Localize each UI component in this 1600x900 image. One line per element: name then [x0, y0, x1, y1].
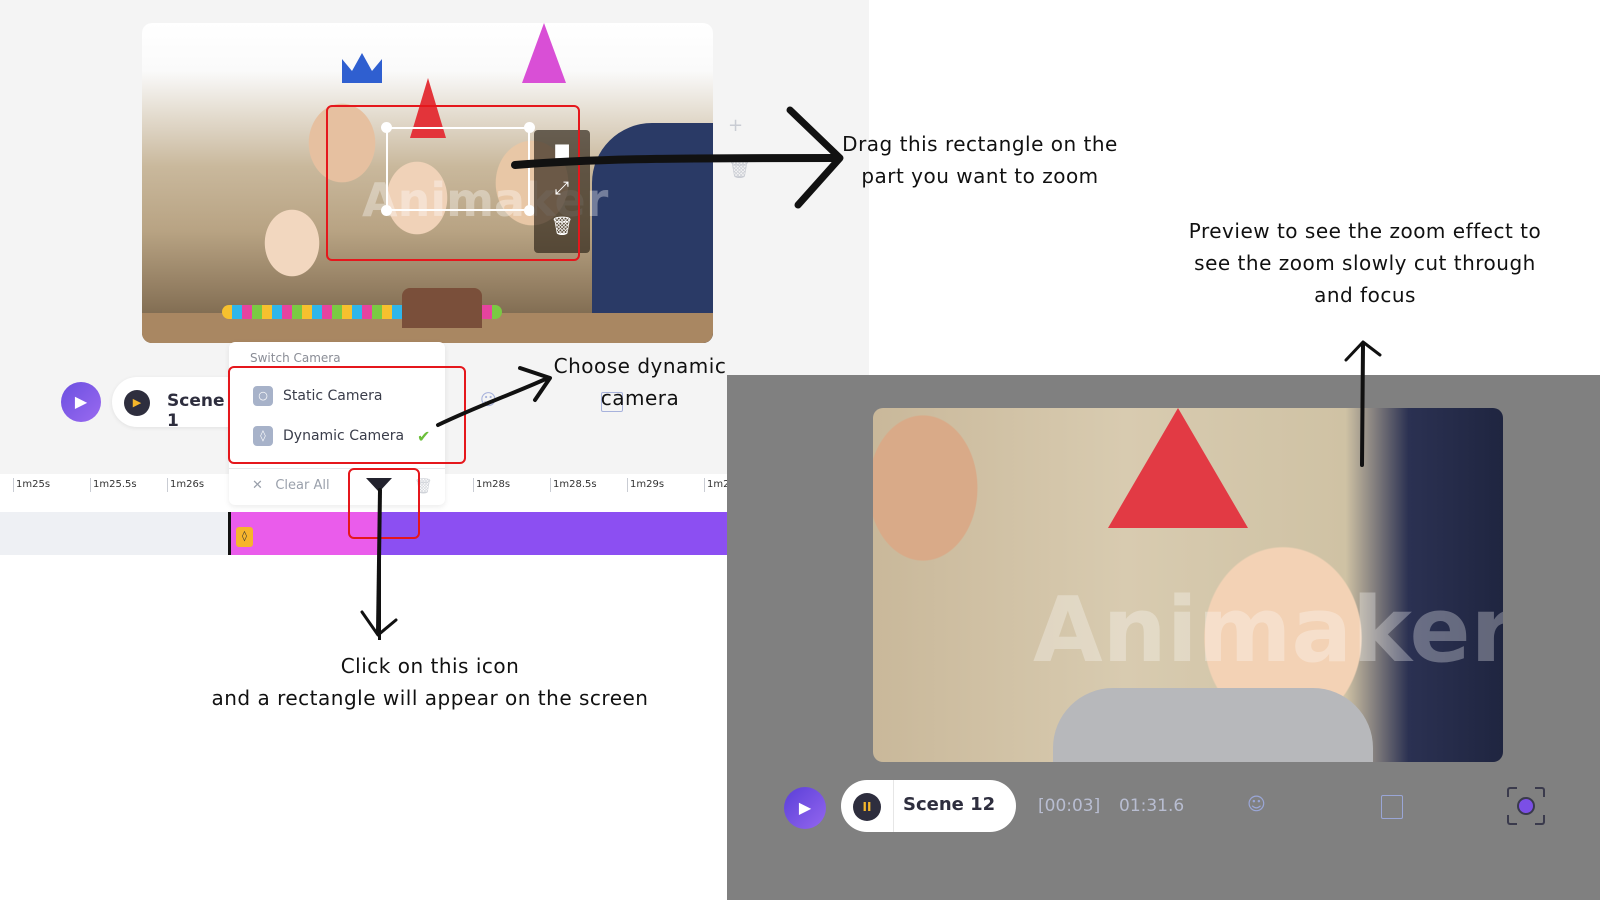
dynamic-camera-badge-icon[interactable]: ◊: [236, 527, 253, 547]
annotation-line: and a rectangle will appear on the scree…: [211, 686, 649, 710]
character-icon[interactable]: ☺: [480, 390, 497, 409]
highlight-box-rectangle: [326, 105, 580, 261]
scene-pill[interactable]: ▶ Scene 1: [112, 377, 232, 431]
pill-divider: [893, 780, 894, 832]
preview-panel: Animaker ▶ II Scene 12 [00:03] 01:31.6 ☺: [727, 375, 1600, 900]
annotation-preview: Preview to see the zoom effect to see th…: [1188, 219, 1542, 307]
annotation-click-icon: Click on this icon and a rectangle will …: [185, 650, 675, 714]
preview-video[interactable]: Animaker: [873, 408, 1503, 762]
tick-label: 1m25s: [13, 478, 50, 492]
preview-child-shirt: [1053, 688, 1373, 762]
tick-label: 1m26s: [167, 478, 204, 492]
character-icon[interactable]: ☺: [1247, 794, 1266, 815]
scene-figure-grandfather: [592, 123, 713, 343]
clear-all-label: Clear All: [275, 478, 330, 493]
menu-title: Switch Camera: [250, 351, 341, 365]
scene-label: Scene 12: [903, 794, 996, 815]
camera-record-icon[interactable]: [1507, 787, 1545, 825]
scene-party-hat-pink: [522, 23, 566, 83]
tick-label: 1m28s: [473, 478, 510, 492]
annotation-choose-dynamic: Choose dynamic camera: [553, 354, 727, 410]
preview-play-button[interactable]: ▶: [784, 787, 826, 829]
total-time: 01:31.6: [1119, 796, 1185, 816]
film-icon[interactable]: [1381, 795, 1403, 819]
arrow-head-up: [1344, 340, 1382, 362]
scene-clip[interactable]: [381, 512, 727, 555]
delete-icon[interactable]: 🗑: [728, 159, 758, 180]
add-icon[interactable]: +: [728, 115, 758, 159]
tick-label: 1m28.5s: [550, 478, 597, 492]
scene-crown: [342, 53, 382, 83]
elapsed-time: [00:03]: [1038, 796, 1101, 816]
side-toolbar: + 🗑: [728, 115, 758, 180]
scene-play-icon[interactable]: ▶: [124, 390, 150, 416]
preview-scene-pill[interactable]: II Scene 12: [841, 780, 1016, 832]
watermark: Animaker: [1033, 578, 1503, 683]
annotation-drag-rectangle: Drag this rectangle on the part you want…: [842, 132, 1118, 188]
preview-party-hat: [1108, 408, 1248, 528]
tick-label: 1m29s: [627, 478, 664, 492]
close-icon: ✕: [252, 478, 263, 493]
scene-label: Scene 1: [167, 391, 225, 431]
pause-icon[interactable]: II: [853, 793, 881, 821]
clear-all-button[interactable]: ✕ Clear All: [252, 478, 330, 493]
highlight-box-camera-options: [228, 366, 466, 464]
annotation-line: Click on this icon: [340, 654, 520, 678]
tick-label: 1m25.5s: [90, 478, 137, 492]
scene-cake: [402, 288, 482, 328]
highlight-box-playhead: [348, 468, 420, 539]
play-button[interactable]: ▶: [61, 382, 101, 422]
